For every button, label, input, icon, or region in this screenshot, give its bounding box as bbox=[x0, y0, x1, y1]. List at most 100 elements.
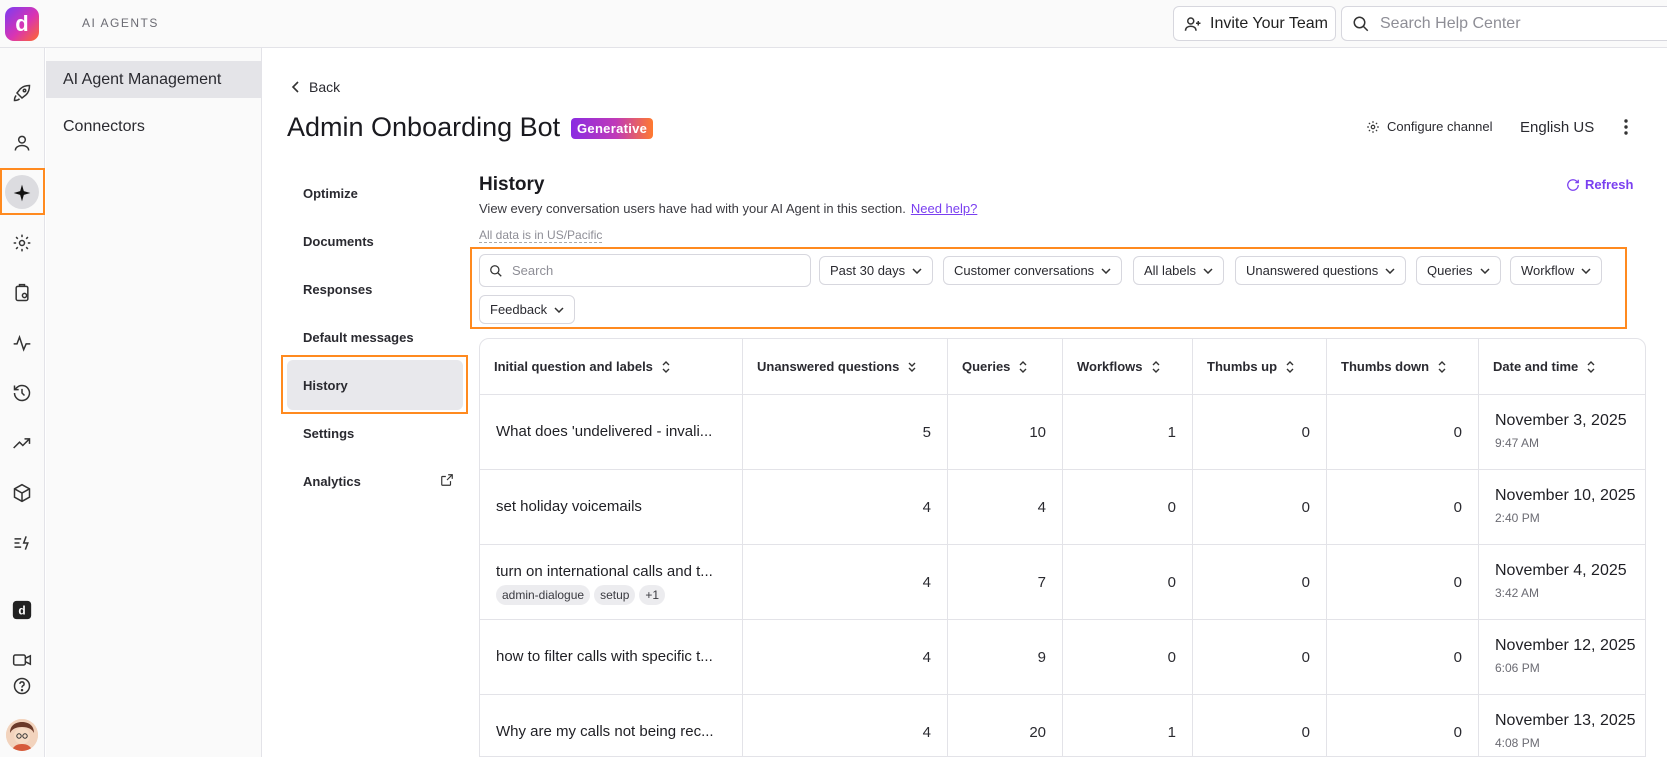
svg-text:d: d bbox=[18, 604, 25, 618]
question-cell: how to filter calls with specific t... bbox=[480, 620, 743, 695]
chevron-down-icon bbox=[1385, 267, 1395, 274]
sparkle-icon[interactable] bbox=[9, 180, 35, 206]
invite-team-button[interactable]: Invite Your Team bbox=[1173, 6, 1336, 41]
tab-settings[interactable]: Settings bbox=[303, 426, 354, 441]
trending-up-icon[interactable] bbox=[9, 430, 35, 456]
label-tag[interactable]: admin-dialogue bbox=[496, 585, 591, 605]
unanswered-cell: 4 bbox=[743, 470, 948, 545]
tab-default-messages[interactable]: Default messages bbox=[303, 330, 414, 345]
column-header-label: Thumbs down bbox=[1341, 359, 1430, 374]
workflows-cell: 1 bbox=[1063, 695, 1193, 756]
column-header-thumbs-up[interactable]: Thumbs up bbox=[1193, 339, 1327, 395]
sort-descending-icon[interactable] bbox=[907, 361, 917, 373]
sort-icon[interactable] bbox=[1437, 360, 1447, 373]
table-row[interactable]: What does 'undelivered - invali... 5 10 … bbox=[480, 395, 1645, 470]
thumbs-down-cell: 0 bbox=[1327, 470, 1479, 545]
external-link-icon[interactable] bbox=[440, 473, 454, 487]
sort-icon[interactable] bbox=[1151, 360, 1161, 373]
tab-history[interactable]: History bbox=[303, 378, 348, 393]
sort-icon[interactable] bbox=[661, 360, 671, 373]
filter-labels[interactable]: All labels bbox=[1133, 256, 1225, 285]
top-bar: d AI AGENTS Invite Your Team Search Help… bbox=[0, 0, 1667, 48]
filter-workflow[interactable]: Workflow bbox=[1510, 256, 1603, 285]
filter-conversation-type[interactable]: Customer conversations bbox=[943, 256, 1123, 285]
question-text: What does 'undelivered - invali... bbox=[496, 423, 713, 440]
tab-documents[interactable]: Documents bbox=[303, 234, 374, 249]
label-tag[interactable]: setup bbox=[594, 585, 636, 605]
workflows-cell: 0 bbox=[1063, 545, 1193, 620]
sort-icon[interactable] bbox=[1018, 360, 1028, 373]
tab-analytics[interactable]: Analytics bbox=[303, 474, 361, 489]
sort-icon[interactable] bbox=[1285, 360, 1295, 373]
tag-list: admin-dialogue setup +1 bbox=[496, 585, 669, 605]
search-icon bbox=[1352, 15, 1370, 33]
column-header-workflows[interactable]: Workflows bbox=[1063, 339, 1193, 395]
back-label: Back bbox=[309, 79, 341, 95]
column-header-date[interactable]: Date and time bbox=[1479, 339, 1645, 395]
generative-badge: Generative bbox=[571, 118, 654, 139]
filter-label: Unanswered questions bbox=[1246, 263, 1379, 278]
column-header-unanswered[interactable]: Unanswered questions bbox=[743, 339, 948, 395]
question-text: turn on international calls and t... bbox=[496, 563, 713, 580]
history-icon[interactable] bbox=[9, 380, 35, 406]
activity-icon[interactable] bbox=[9, 330, 35, 356]
column-header-thumbs-down[interactable]: Thumbs down bbox=[1327, 339, 1479, 395]
column-header-question[interactable]: Initial question and labels bbox=[480, 339, 743, 395]
app-logo[interactable]: d bbox=[5, 7, 39, 41]
help-center-search[interactable]: Search Help Center bbox=[1341, 6, 1667, 41]
column-header-queries[interactable]: Queries bbox=[948, 339, 1063, 395]
more-options-icon[interactable] bbox=[1618, 117, 1634, 137]
person-icon[interactable] bbox=[9, 130, 35, 156]
table-row[interactable]: set holiday voicemails 4 4 0 0 0 Novembe… bbox=[480, 470, 1645, 545]
tab-optimize[interactable]: Optimize bbox=[303, 186, 358, 201]
question-cell: What does 'undelivered - invali... bbox=[480, 395, 743, 470]
need-help-link[interactable]: Need help? bbox=[911, 201, 978, 216]
sort-icon[interactable] bbox=[1586, 360, 1596, 373]
time-text: 9:47 AM bbox=[1495, 436, 1540, 450]
question-text: set holiday voicemails bbox=[496, 498, 642, 515]
table-row[interactable]: turn on international calls and t... adm… bbox=[480, 545, 1645, 620]
question-cell: set holiday voicemails bbox=[480, 470, 743, 545]
box-icon[interactable] bbox=[9, 480, 35, 506]
filter-queries[interactable]: Queries bbox=[1416, 256, 1501, 285]
workflows-cell: 0 bbox=[1063, 620, 1193, 695]
tab-responses[interactable]: Responses bbox=[303, 282, 372, 297]
thumbs-up-cell: 0 bbox=[1193, 470, 1327, 545]
back-link[interactable]: Back bbox=[291, 79, 340, 95]
lightning-list-icon[interactable] bbox=[9, 530, 35, 556]
time-text: 2:40 PM bbox=[1495, 511, 1540, 525]
thumbs-down-cell: 0 bbox=[1327, 545, 1479, 620]
thumbs-down-cell: 0 bbox=[1327, 695, 1479, 756]
filter-feedback[interactable]: Feedback bbox=[479, 295, 576, 324]
refresh-button[interactable]: Refresh bbox=[1566, 177, 1633, 192]
subnav-item-ai-agent-management[interactable]: AI Agent Management bbox=[46, 61, 261, 98]
table-row[interactable]: Why are my calls not being rec... 4 20 1… bbox=[480, 695, 1645, 756]
invite-team-label: Invite Your Team bbox=[1210, 14, 1329, 32]
user-avatar[interactable] bbox=[6, 719, 38, 751]
help-icon[interactable] bbox=[9, 673, 35, 699]
rocket-icon[interactable] bbox=[9, 80, 35, 106]
search-placeholder: Search bbox=[512, 263, 554, 278]
history-search-input[interactable]: Search bbox=[479, 254, 811, 287]
dialpad-app-icon[interactable]: d bbox=[9, 597, 35, 623]
video-icon[interactable] bbox=[9, 647, 35, 673]
filter-unanswered-questions[interactable]: Unanswered questions bbox=[1235, 256, 1407, 285]
question-text: Why are my calls not being rec... bbox=[496, 723, 714, 740]
date-text: November 3, 2025 bbox=[1495, 412, 1627, 429]
filter-label: Customer conversations bbox=[954, 263, 1095, 278]
table-row[interactable]: how to filter calls with specific t... 4… bbox=[480, 620, 1645, 695]
clipboard-settings-icon[interactable] bbox=[9, 280, 35, 306]
column-header-label: Queries bbox=[962, 359, 1011, 374]
chevron-down-icon bbox=[1101, 267, 1111, 274]
configure-channel-button[interactable]: Configure channel bbox=[1366, 119, 1493, 134]
question-text: how to filter calls with specific t... bbox=[496, 648, 713, 665]
queries-cell: 4 bbox=[948, 470, 1063, 545]
more-labels-tag[interactable]: +1 bbox=[639, 585, 666, 605]
language-selector[interactable]: English US bbox=[1520, 119, 1594, 136]
filter-date-range[interactable]: Past 30 days bbox=[819, 256, 934, 285]
subnav-item-connectors[interactable]: Connectors bbox=[46, 108, 261, 145]
refresh-icon bbox=[1566, 178, 1580, 192]
gear-icon[interactable] bbox=[9, 230, 35, 256]
queries-cell: 10 bbox=[948, 395, 1063, 470]
section-title: AI AGENTS bbox=[82, 16, 159, 30]
